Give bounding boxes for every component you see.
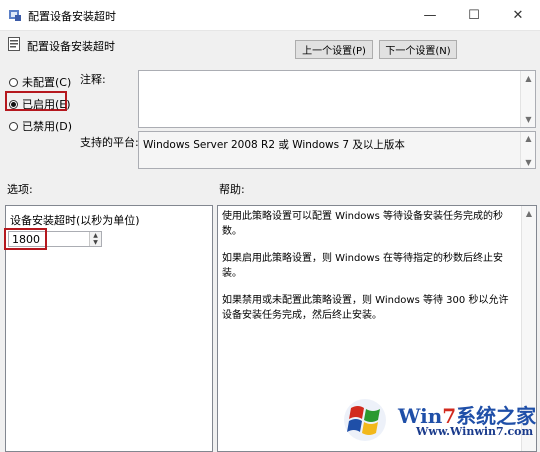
platform-label: 支持的平台: [80,136,139,149]
radio-label: 已禁用(D) [22,120,73,133]
comment-label: 注释: [80,73,106,86]
radio-label: 已启用(E) [22,98,71,111]
platform-value: Windows Server 2008 R2 或 Windows 7 及以上版本 [143,139,405,151]
minimize-icon: — [423,7,437,23]
comment-scrollbar[interactable]: ▲ ▼ [520,71,535,127]
radio-disabled[interactable]: 已禁用(D) [9,118,72,134]
platform-scrollbar[interactable]: ▲ ▼ [520,132,535,168]
help-text: 使用此策略设置可以配置 Windows 等待设备安装任务完成的秒数。 如果启用此… [222,209,518,335]
window-title: 配置设备安装超时 [28,10,116,23]
scroll-up-icon[interactable]: ▲ [522,206,536,221]
close-button[interactable]: ✕ [496,0,540,30]
scroll-up-icon[interactable]: ▲ [521,71,536,86]
group-policy-app-icon [9,10,21,21]
maximize-button[interactable]: ☐ [452,0,496,30]
platform-field: Windows Server 2008 R2 或 Windows 7 及以上版本… [138,131,536,169]
radio-enabled[interactable]: 已启用(E) [9,96,71,112]
scroll-down-icon[interactable]: ▼ [521,156,536,168]
maximize-icon: ☐ [468,7,480,23]
radio-label: 未配置(C) [22,76,72,89]
radio-circle-selected [9,99,18,109]
spin-up-icon[interactable]: ▲ [90,232,101,239]
close-icon: ✕ [512,7,524,23]
options-label: 选项: [7,183,33,196]
policy-setting-icon [8,37,20,51]
previous-setting-button[interactable]: 上一个设置(P) [295,40,373,59]
radio-circle [9,77,18,87]
help-paragraph: 如果禁用或未配置此策略设置，则 Windows 等待 300 秒以允许设备安装任… [222,295,509,321]
timeout-label: 设备安装超时(以秒为单位) [10,214,140,227]
watermark-url: Www.Winwin7.com [416,425,534,438]
scroll-down-icon[interactable]: ▼ [521,112,536,127]
minimize-button[interactable]: — [408,0,452,30]
spinner-arrows[interactable]: ▲ ▼ [89,232,101,246]
next-setting-button[interactable]: 下一个设置(N) [379,40,457,59]
windows-logo-icon [344,399,386,441]
help-label: 帮助: [219,183,245,196]
help-paragraph: 如果启用此策略设置，则 Windows 在等待指定的秒数后终止安装。 [222,253,503,279]
comment-textarea[interactable]: ▲ ▼ [138,70,536,128]
policy-title: 配置设备安装超时 [27,40,115,53]
highlight-box [4,228,47,250]
radio-not-configured[interactable]: 未配置(C) [9,74,71,90]
radio-circle [9,121,18,131]
spin-down-icon[interactable]: ▼ [90,239,101,246]
scroll-up-icon[interactable]: ▲ [521,132,536,144]
help-paragraph: 使用此策略设置可以配置 Windows 等待设备安装任务完成的秒数。 [222,211,503,237]
